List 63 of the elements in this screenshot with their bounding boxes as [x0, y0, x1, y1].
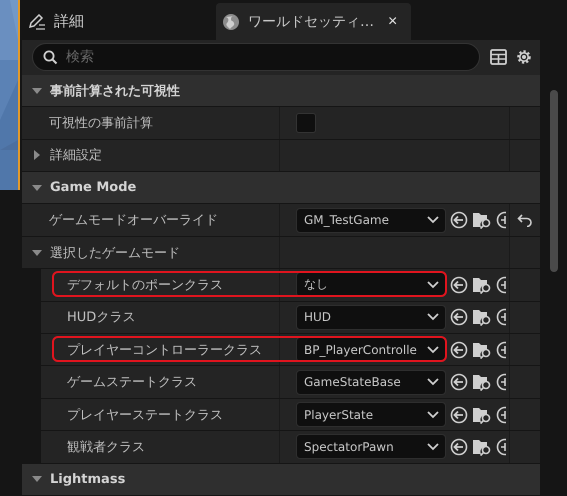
folder-search-icon[interactable]	[472, 211, 492, 230]
expanded-arrow-icon[interactable]	[32, 182, 42, 193]
folder-search-icon[interactable]	[472, 373, 492, 392]
group-label[interactable]: 選択したゲームモード	[50, 244, 180, 262]
folder-search-icon[interactable]	[472, 340, 492, 359]
expanded-arrow-icon[interactable]	[32, 248, 42, 258]
globe-icon	[222, 12, 240, 30]
property-label: プレイヤーコントローラークラス	[67, 342, 262, 359]
chevron-icon	[427, 280, 439, 289]
add-icon[interactable]	[496, 211, 506, 230]
folder-search-icon[interactable]	[472, 438, 492, 456]
category-title[interactable]: 事前計算された可視性	[50, 82, 180, 100]
folder-search-icon[interactable]	[472, 276, 492, 294]
class-dropdown[interactable]: GameStateBase	[296, 370, 446, 395]
class-dropdown[interactable]: HUD	[296, 304, 446, 330]
pencil-icon	[28, 14, 46, 30]
settings-icon[interactable]	[515, 48, 533, 66]
add-icon[interactable]	[496, 438, 506, 456]
expanded-arrow-icon[interactable]	[32, 474, 42, 484]
world-settings-tab[interactable]: ワールドセッティ… ×	[216, 3, 412, 40]
arrow-circle-icon[interactable]	[450, 308, 468, 326]
expanded-arrow-icon[interactable]	[32, 86, 42, 96]
group-label[interactable]: 詳細設定	[50, 146, 102, 164]
add-icon[interactable]	[496, 276, 506, 294]
search-field[interactable]: 検索	[32, 43, 480, 72]
property-label: プレイヤーステートクラス	[67, 406, 223, 424]
panel-title: 詳細	[54, 12, 84, 31]
property-label: HUDクラス	[67, 309, 136, 326]
category-title[interactable]: Lightmass	[50, 472, 126, 487]
class-dropdown[interactable]: GM_TestGame	[296, 208, 446, 233]
add-icon[interactable]	[496, 373, 506, 392]
arrow-circle-icon[interactable]	[450, 276, 468, 294]
property-label: 可視性の事前計算	[49, 115, 153, 132]
checkbox[interactable]	[296, 113, 316, 133]
collapsed-arrow-icon[interactable]	[32, 150, 42, 160]
chevron-icon	[427, 216, 439, 224]
arrow-circle-icon[interactable]	[450, 438, 468, 456]
folder-search-icon[interactable]	[472, 406, 492, 424]
class-dropdown[interactable]: PlayerState	[296, 402, 446, 428]
folder-search-icon[interactable]	[472, 308, 492, 326]
table-icon[interactable]	[490, 49, 507, 66]
add-icon[interactable]	[496, 340, 506, 359]
arrow-circle-icon[interactable]	[450, 373, 468, 392]
add-icon[interactable]	[496, 308, 506, 326]
chevron-icon	[427, 378, 439, 386]
add-icon[interactable]	[496, 406, 506, 424]
scrollbar-thumb[interactable]	[550, 90, 558, 272]
property-label: 観戦者クラス	[67, 438, 145, 456]
chevron-icon	[427, 410, 439, 419]
arrow-circle-icon[interactable]	[450, 340, 468, 359]
close-button[interactable]: ×	[382, 12, 398, 30]
property-label: デフォルトのポーンクラス	[67, 276, 223, 294]
arrow-circle-icon[interactable]	[450, 211, 468, 230]
property-label: ゲームステートクラス	[67, 374, 197, 392]
reset-icon[interactable]	[517, 213, 533, 228]
chevron-icon	[427, 313, 439, 322]
arrow-circle-icon[interactable]	[450, 406, 468, 424]
chevron-icon	[427, 442, 439, 451]
category-title[interactable]: Game Mode	[50, 180, 136, 196]
property-label: ゲームモードオーバーライド	[49, 212, 218, 230]
search-icon	[43, 50, 58, 66]
class-dropdown[interactable]: SpectatorPawn	[296, 434, 446, 460]
chevron-icon	[427, 346, 439, 354]
